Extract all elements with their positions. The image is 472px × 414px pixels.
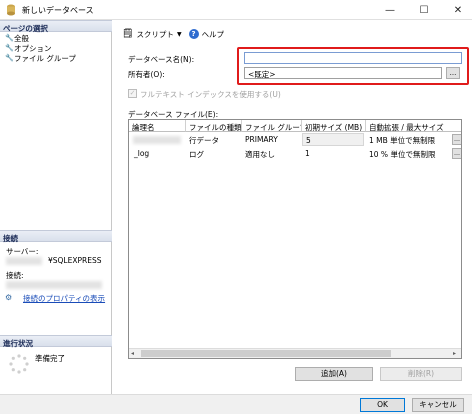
- page-item-general[interactable]: 🔧 全般: [5, 33, 29, 43]
- column-header-file-type[interactable]: ファイルの種類: [186, 120, 242, 132]
- server-value: ¥SQLEXPRESS: [48, 256, 102, 265]
- window-title: 新しいデータベース: [22, 6, 94, 15]
- script-button[interactable]: スクリプト: [136, 29, 174, 40]
- table-row-cell-type[interactable]: ログ: [186, 147, 242, 160]
- page-select-header: ページの選択: [0, 20, 112, 33]
- add-button[interactable]: 追加(A): [295, 367, 373, 381]
- fulltext-label: フルテキスト インデックスを使用する(U): [140, 90, 281, 99]
- progress-status: 準備完了: [35, 354, 65, 363]
- bottom-bar: OK キャンセル: [0, 394, 472, 414]
- highlight-box: [237, 47, 469, 85]
- table-row-cell-name[interactable]: [131, 133, 186, 146]
- scroll-left-icon[interactable]: ◂: [131, 350, 134, 357]
- page-item-label: ファイル グループ: [14, 53, 76, 63]
- server-label: サーバー:: [6, 247, 39, 256]
- title-bar: 新しいデータベース — ☐ ✕: [0, 0, 472, 20]
- remove-button[interactable]: 削除(R): [380, 367, 462, 381]
- page-item-filegroups[interactable]: 🔧 ファイル グループ: [5, 53, 76, 63]
- script-dropdown-caret-icon[interactable]: ▼: [177, 31, 182, 38]
- wrench-icon: 🔧: [5, 54, 14, 62]
- connection-properties-icon: ⚙: [5, 293, 13, 302]
- help-button[interactable]: ヘルプ: [202, 29, 225, 40]
- redacted-connection-name: [6, 281, 102, 289]
- table-row-cell-growth[interactable]: 1 MB 単位で無制限: [366, 133, 452, 146]
- table-row-cell-name[interactable]: _log: [131, 147, 186, 160]
- fulltext-checkbox[interactable]: ✓: [128, 89, 137, 98]
- ok-button[interactable]: OK: [360, 398, 405, 412]
- autogrowth-edit-button[interactable]: …: [452, 134, 461, 145]
- table-row-cell-group[interactable]: PRIMARY: [242, 133, 302, 146]
- maximize-button[interactable]: ☐: [410, 0, 438, 20]
- progress-header: 進行状況: [0, 335, 112, 348]
- column-header-logical-name[interactable]: 論理名: [129, 120, 186, 132]
- database-files-grid[interactable]: 論理名 ファイルの種類 ファイル グループ 初期サイズ (MB) 自動拡張 / …: [128, 119, 462, 359]
- database-icon: [6, 4, 16, 16]
- table-row-cell-size[interactable]: 5: [302, 133, 364, 146]
- database-name-label: データベース名(N):: [128, 55, 195, 64]
- column-header-initial-size[interactable]: 初期サイズ (MB): [302, 120, 366, 132]
- script-icon: 🗒: [122, 29, 134, 39]
- toolbar: 🗒 スクリプト ▼ ? ヘルプ: [122, 27, 224, 41]
- page-item-options[interactable]: 🔧 オプション: [5, 43, 52, 53]
- connection-header: 接続: [0, 230, 112, 243]
- redacted-server-name: [6, 257, 42, 265]
- table-row-cell-type[interactable]: 行データ: [186, 133, 242, 146]
- column-header-filegroup[interactable]: ファイル グループ: [242, 120, 302, 132]
- owner-label: 所有者(O):: [128, 70, 165, 79]
- wrench-icon: 🔧: [5, 34, 14, 42]
- table-row-cell-size[interactable]: 1: [302, 147, 364, 160]
- column-header-autogrowth[interactable]: 自動拡張 / 最大サイズ: [366, 120, 461, 132]
- autogrowth-edit-button[interactable]: …: [452, 148, 461, 159]
- progress-spinner-icon: [8, 353, 30, 377]
- table-row-cell-growth[interactable]: 10 % 単位で無制限: [366, 147, 452, 160]
- table-row-cell-group[interactable]: 適用なし: [242, 147, 302, 160]
- horizontal-scrollbar[interactable]: ◂ ▸: [129, 348, 461, 358]
- minimize-button[interactable]: —: [376, 0, 404, 20]
- left-pane: ページの選択 🔧 全般 🔧 オプション 🔧 ファイル グループ 接続 サーバー:…: [0, 20, 112, 394]
- close-button[interactable]: ✕: [444, 0, 472, 20]
- wrench-icon: 🔧: [5, 44, 14, 52]
- scrollbar-thumb[interactable]: [141, 350, 391, 357]
- cancel-button[interactable]: キャンセル: [412, 398, 464, 412]
- scroll-right-icon[interactable]: ▸: [453, 350, 456, 357]
- connection-label: 接続:: [6, 271, 24, 280]
- help-icon[interactable]: ?: [188, 29, 199, 39]
- connection-properties-link[interactable]: 接続のプロパティの表示: [23, 293, 105, 304]
